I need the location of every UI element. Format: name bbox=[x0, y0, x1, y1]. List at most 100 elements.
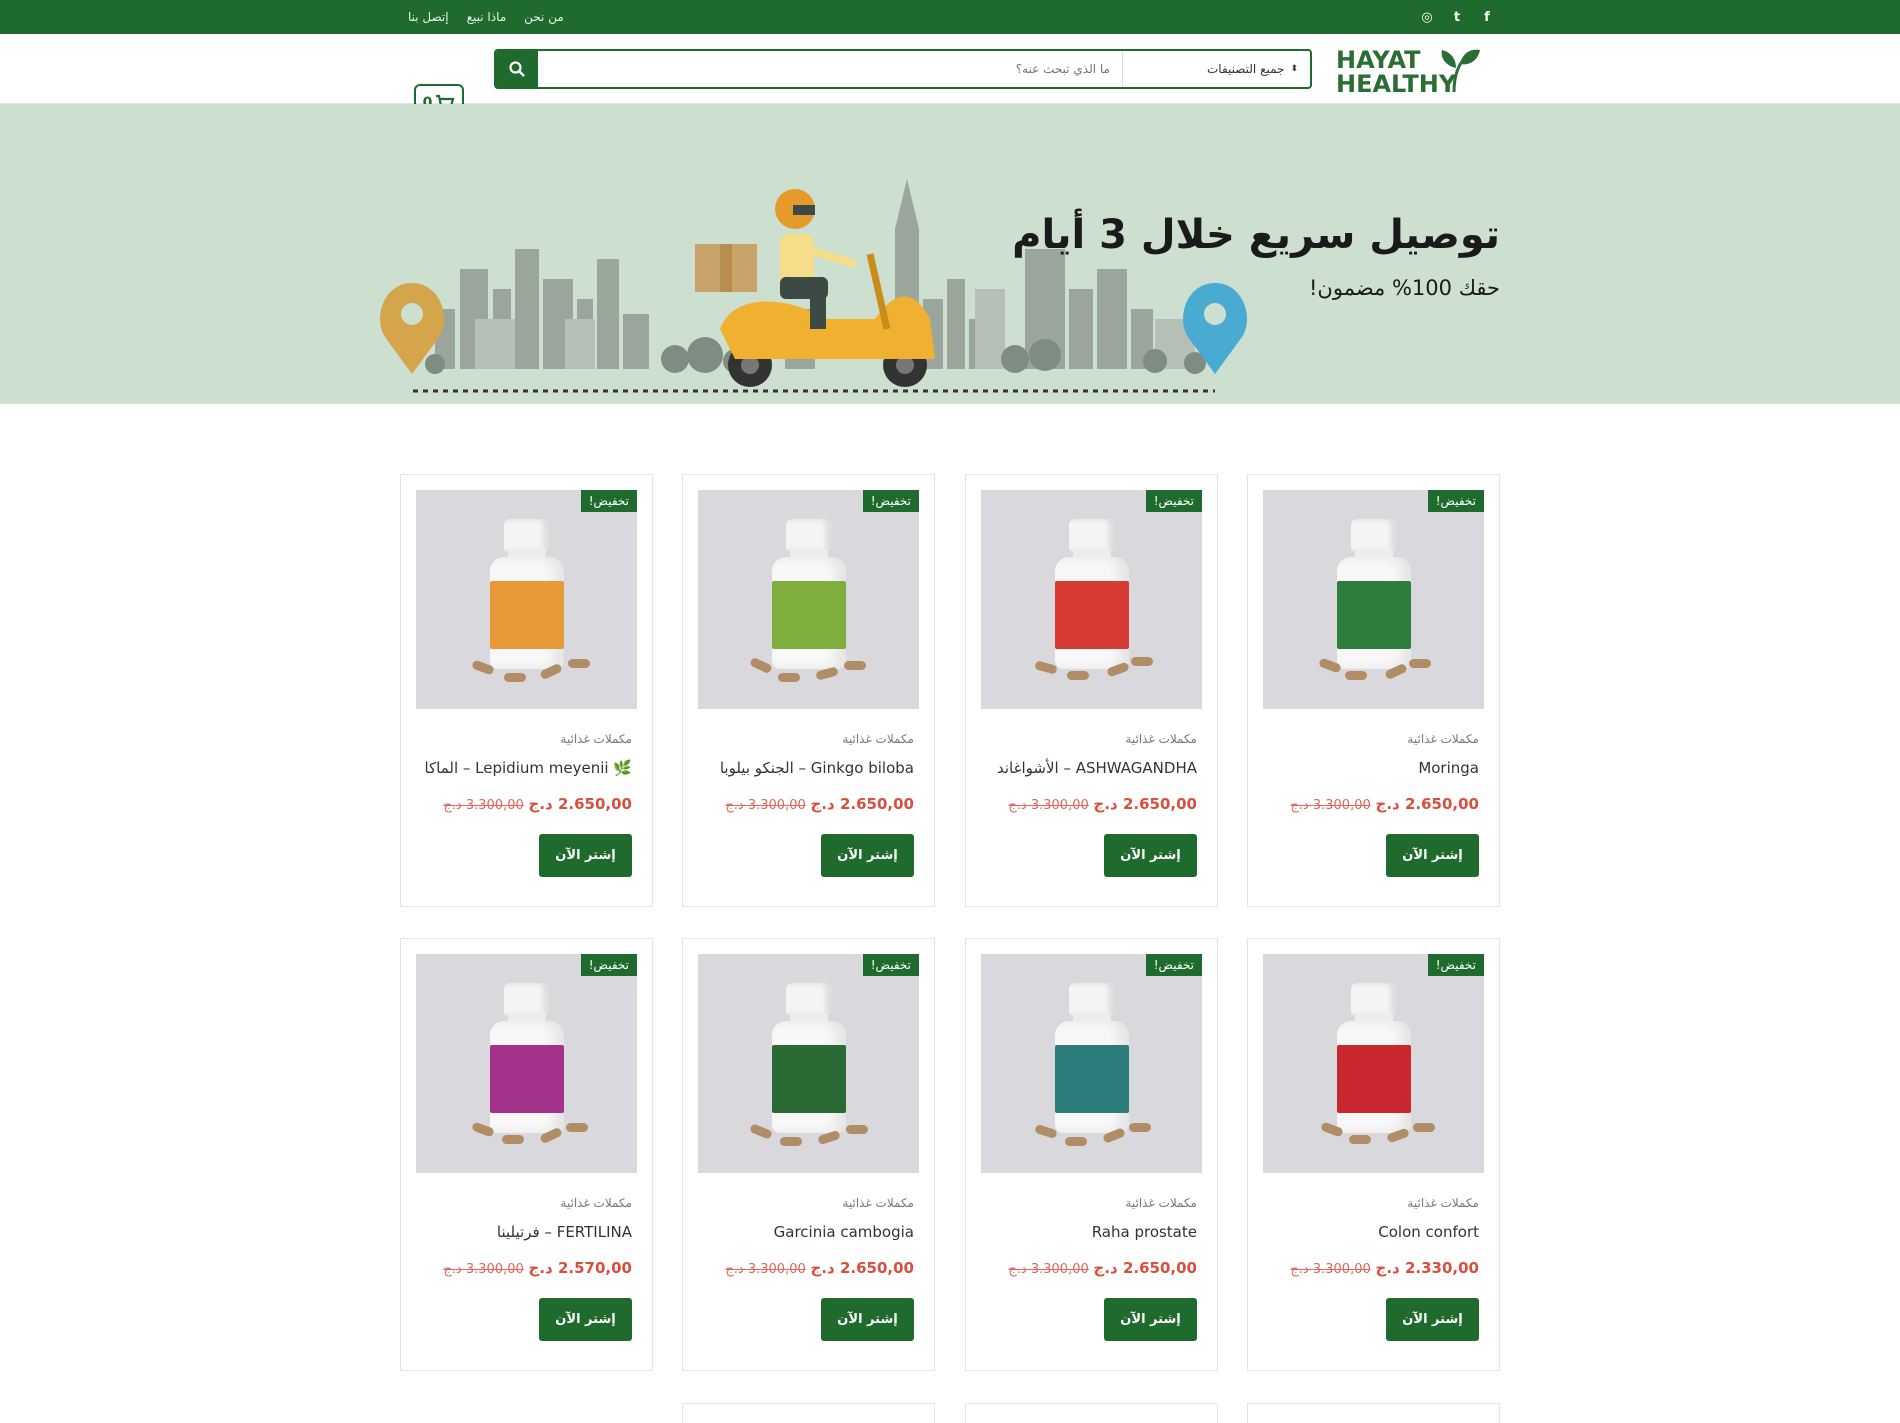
instagram-icon[interactable]: ◎ bbox=[1419, 10, 1435, 25]
leaf-icon bbox=[1441, 49, 1480, 93]
product-name[interactable]: Garcinia cambogia bbox=[774, 1223, 914, 1241]
hero-banner: توصيل سريع خلال 3 أيام حقك 100% مضمون! bbox=[0, 104, 1900, 404]
site-logo[interactable]: HAYAT HEALTHY bbox=[1336, 46, 1482, 98]
product-name[interactable]: ASHWAGANDHA – الأشواغاند bbox=[997, 759, 1197, 777]
product-category[interactable]: مكملات غذائية bbox=[1407, 732, 1479, 746]
product-category[interactable]: مكملات غذائية bbox=[560, 1196, 632, 1210]
sale-badge: تخفيض! bbox=[862, 954, 919, 976]
hero-title: توصيل سريع خلال 3 أيام bbox=[1012, 212, 1500, 258]
product-card: تخفيض! مكملات غذائية Ginkgo biloba – الج… bbox=[682, 474, 935, 907]
buy-now-button[interactable]: إشتر الآن bbox=[1104, 834, 1197, 877]
search-bar: جميع التصنيفات ⬍ bbox=[494, 49, 1312, 89]
product-price: 2.650,00 د.ج 3.300,00 د.ج bbox=[437, 795, 632, 813]
product-price: 2.330,00 د.ج 3.300,00 د.ج bbox=[1284, 1259, 1479, 1277]
product-category[interactable]: مكملات غذائية bbox=[1125, 732, 1197, 746]
sale-badge: تخفيض! bbox=[1145, 954, 1202, 976]
product-card: تخفيض! مكملات غذائية Garcinia cambogia 2… bbox=[682, 938, 935, 1371]
product-image[interactable] bbox=[1263, 490, 1484, 709]
product-card: تخفيض! مكملات غذائية Moringa 2.650,00 د.… bbox=[1247, 474, 1500, 907]
product-name[interactable]: FERTILINA – فرتيلينا bbox=[497, 1223, 632, 1241]
original-price: 3.300,00 د.ج bbox=[1008, 1262, 1089, 1277]
original-price: 3.300,00 د.ج bbox=[443, 798, 524, 813]
sale-badge: تخفيض! bbox=[580, 954, 637, 976]
buy-now-button[interactable]: إشتر الآن bbox=[1104, 1298, 1197, 1341]
product-label bbox=[1054, 1044, 1129, 1113]
product-name[interactable]: Moringa bbox=[1418, 759, 1479, 777]
product-category[interactable]: مكملات غذائية bbox=[1125, 1196, 1197, 1210]
product-category[interactable]: مكملات غذائية bbox=[560, 732, 632, 746]
category-select[interactable]: جميع التصنيفات ⬍ bbox=[1122, 51, 1310, 87]
product-price: 2.650,00 د.ج 3.300,00 د.ج bbox=[719, 1259, 914, 1277]
product-image[interactable] bbox=[1263, 954, 1484, 1173]
product-label bbox=[1054, 580, 1129, 649]
product-card: تخفيض! مكملات غذائية 🌿 Lepidium meyenii … bbox=[400, 474, 653, 907]
buy-now-button[interactable]: إشتر الآن bbox=[539, 1298, 632, 1341]
product-card: تخفيض! مكملات غذائية ASHWAGANDHA – الأشو… bbox=[965, 474, 1218, 907]
product-image[interactable] bbox=[981, 490, 1202, 709]
twitter-icon[interactable]: t bbox=[1449, 10, 1465, 25]
sale-price: 2.570,00 د.ج bbox=[528, 1259, 632, 1277]
original-price: 3.300,00 د.ج bbox=[725, 1262, 806, 1277]
nav-link-about[interactable]: من نحن bbox=[524, 10, 564, 24]
sale-price: 2.650,00 د.ج bbox=[810, 795, 914, 813]
sale-price: 2.650,00 د.ج bbox=[1093, 1259, 1197, 1277]
product-name[interactable]: Raha prostate bbox=[1092, 1223, 1197, 1241]
sort-arrows-icon: ⬍ bbox=[1290, 64, 1298, 74]
product-card: تخفيض! مكملات غذائية Colon confort 2.330… bbox=[1247, 938, 1500, 1371]
buy-now-button[interactable]: إشتر الآن bbox=[1386, 1298, 1479, 1341]
sale-price: 2.650,00 د.ج bbox=[528, 795, 632, 813]
product-image[interactable] bbox=[698, 954, 919, 1173]
original-price: 3.300,00 د.ج bbox=[1008, 798, 1089, 813]
buy-now-button[interactable]: إشتر الآن bbox=[1386, 834, 1479, 877]
sale-price: 2.650,00 د.ج bbox=[1093, 795, 1197, 813]
product-image[interactable] bbox=[416, 954, 637, 1173]
nav-link-what-we-sell[interactable]: ماذا نبيع bbox=[467, 10, 507, 24]
hero-subtitle: حقك 100% مضمون! bbox=[1309, 276, 1500, 300]
product-label bbox=[1336, 580, 1411, 649]
product-name[interactable]: Ginkgo biloba – الجنكو بيلوبا bbox=[720, 759, 914, 777]
product-label bbox=[771, 580, 846, 649]
product-category[interactable]: مكملات غذائية bbox=[842, 732, 914, 746]
product-name[interactable]: 🌿 Lepidium meyenii – الماكا bbox=[424, 759, 632, 777]
product-card: تخفيض! مكملات غذائية Raha prostate 2.650… bbox=[965, 938, 1218, 1371]
product-image[interactable] bbox=[416, 490, 637, 709]
sale-badge: تخفيض! bbox=[1145, 490, 1202, 512]
product-price: 2.650,00 د.ج 3.300,00 د.ج bbox=[1002, 1259, 1197, 1277]
nav-link-contact[interactable]: إتصل بنا bbox=[408, 10, 449, 24]
product-image[interactable] bbox=[981, 954, 1202, 1173]
search-icon bbox=[509, 61, 525, 77]
product-image[interactable] bbox=[698, 490, 919, 709]
product-name[interactable]: Colon confort bbox=[1378, 1223, 1479, 1241]
social-links: ◎ t f bbox=[1419, 0, 1495, 34]
sale-price: 2.650,00 د.ج bbox=[810, 1259, 914, 1277]
product-label bbox=[771, 1044, 846, 1113]
product-price: 2.650,00 د.ج 3.300,00 د.ج bbox=[719, 795, 914, 813]
top-nav: من نحن ماذا نبيع إتصل بنا bbox=[408, 0, 564, 34]
original-price: 3.300,00 د.ج bbox=[1290, 798, 1371, 813]
buy-now-button[interactable]: إشتر الآن bbox=[539, 834, 632, 877]
product-card-partial bbox=[1247, 1403, 1500, 1423]
sale-price: 2.650,00 د.ج bbox=[1375, 795, 1479, 813]
product-price: 2.650,00 د.ج 3.300,00 د.ج bbox=[1284, 795, 1479, 813]
original-price: 3.300,00 د.ج bbox=[443, 1262, 524, 1277]
buy-now-button[interactable]: إشتر الآن bbox=[821, 1298, 914, 1341]
top-bar: من نحن ماذا نبيع إتصل بنا ◎ t f bbox=[0, 0, 1900, 34]
product-category[interactable]: مكملات غذائية bbox=[842, 1196, 914, 1210]
sale-badge: تخفيض! bbox=[1427, 490, 1484, 512]
original-price: 3.300,00 د.ج bbox=[1290, 1262, 1371, 1277]
sale-badge: تخفيض! bbox=[580, 490, 637, 512]
search-button[interactable] bbox=[496, 51, 538, 87]
sale-badge: تخفيض! bbox=[862, 490, 919, 512]
original-price: 3.300,00 د.ج bbox=[725, 798, 806, 813]
product-category[interactable]: مكملات غذائية bbox=[1407, 1196, 1479, 1210]
product-label bbox=[489, 1044, 564, 1113]
delivery-illustration bbox=[380, 179, 1247, 393]
product-card: تخفيض! مكملات غذائية FERTILINA – فرتيلين… bbox=[400, 938, 653, 1371]
facebook-icon[interactable]: f bbox=[1479, 10, 1495, 25]
search-input[interactable] bbox=[538, 51, 1122, 87]
product-price: 2.570,00 د.ج 3.300,00 د.ج bbox=[437, 1259, 632, 1277]
category-select-label: جميع التصنيفات bbox=[1206, 62, 1285, 76]
product-label bbox=[489, 580, 564, 649]
buy-now-button[interactable]: إشتر الآن bbox=[821, 834, 914, 877]
product-card-partial bbox=[965, 1403, 1218, 1423]
